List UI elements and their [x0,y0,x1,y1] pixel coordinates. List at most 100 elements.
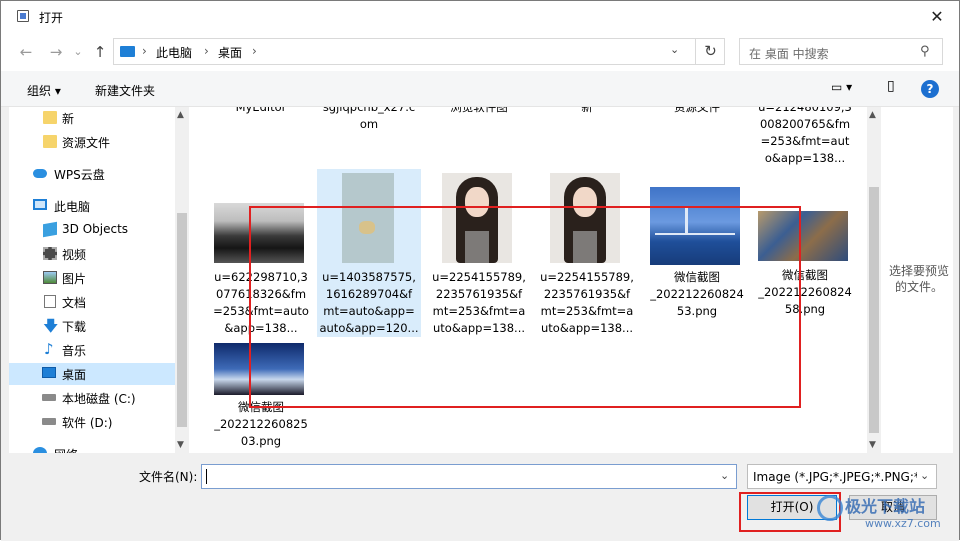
file-caption: 微信截图 _202212260824 53.png [650,270,744,318]
sidebar-item-label: 图片 [62,272,87,286]
breadcrumb-separator: › [142,44,147,58]
navigation-pane: 新 资源文件 WPS云盘 此电脑 3D Objects 视频 图片 文档 🡇 下… [9,107,175,453]
search-input[interactable]: 在 桌面 中搜索 [749,45,829,62]
forward-arrow-icon[interactable]: → [45,41,67,63]
sidebar-item-pictures[interactable]: 图片 [9,267,175,289]
sidebar-scrollbar[interactable]: ▲ ▼ [175,107,189,453]
cancel-button[interactable]: 取消 [849,495,937,520]
open-file-dialog: 打开 ✕ ← → ⌄ ↑ › 此电脑 › 桌面 › ⌄ ↻ 在 桌面 中搜索 ⚲… [0,0,960,541]
preview-placeholder: 选择要预览的文件。 [888,264,949,294]
sidebar-item-new[interactable]: 新 [9,107,175,129]
chevron-down-icon[interactable]: ⌄ [720,469,729,482]
file-item[interactable]: MyEditor [209,107,313,116]
sidebar-item-label: 桌面 [62,368,87,382]
sidebar-item-videos[interactable]: 视频 [9,243,175,265]
open-button[interactable]: 打开(O) [747,495,837,520]
search-icon[interactable]: ⚲ [920,44,930,59]
computer-icon [120,46,135,57]
window-title: 打开 [39,11,64,25]
sidebar-item-desktop[interactable]: 桌面 [9,363,175,385]
file-item-selected[interactable]: u=1403587575, 1616289704&f mt=auto&app= aut… [317,169,421,337]
file-item[interactable]: 浏览软件图 [427,107,531,116]
app-icon [17,10,29,22]
sidebar-item-downloads[interactable]: 🡇 下载 [9,315,175,337]
sidebar-item-drive-d[interactable]: 软件 (D:) [9,411,175,433]
file-caption: 资源文件 [674,107,720,114]
chevron-down-icon[interactable]: ⌄ [920,469,929,482]
file-caption: 微信截图 _202212260824 58.png [758,268,852,316]
file-caption: u=212480109,3 008200765&fm =253&fmt=aut o&a… [758,107,852,165]
up-arrow-icon[interactable]: ↑ [89,41,111,63]
thumbnail-landscape [209,203,313,269]
file-caption: sgjiqpchb_x27.c om [322,107,416,131]
new-folder-button[interactable]: 新建文件夹 [95,82,155,99]
scroll-down-icon[interactable]: ▼ [869,440,876,450]
search-box[interactable]: 在 桌面 中搜索 ⚲ [739,38,943,65]
file-item[interactable]: 微信截图 _202212260824 58.png [753,211,857,337]
file-caption: 新 [581,107,593,114]
file-caption: 浏览软件图 [450,107,508,114]
sidebar-item-documents[interactable]: 文档 [9,291,175,313]
sidebar-item-label: 音乐 [62,344,87,358]
organize-button[interactable]: 组织 ▾ [27,82,61,99]
file-list-scrollbar[interactable]: ▲ ▼ [867,107,881,453]
file-caption: u=2254155789, 2235761935&f mt=253&fmt=a uto… [540,270,634,335]
back-arrow-icon[interactable]: ← [15,41,37,63]
recent-locations-icon[interactable]: ⌄ [71,41,85,63]
thumbnail-portrait [535,173,639,269]
file-item[interactable]: 新 [535,107,639,116]
file-list: MyEditor sgjiqpchb_x27.c om 浏览软件图 新 资源文件 … [189,107,867,453]
file-item[interactable]: 微信截图 _202212260825 03.png [209,343,313,453]
sidebar-item-label: 3D Objects [62,222,129,236]
file-caption: MyEditor [235,107,287,114]
file-caption: 微信截图 _202212260825 03.png [214,400,308,448]
breadcrumb-this-pc[interactable]: 此电脑 [156,44,192,61]
scroll-up-icon[interactable]: ▲ [869,110,876,120]
scrollbar-thumb[interactable] [869,187,879,433]
sidebar-item-drive-c[interactable]: 本地磁盘 (C:) [9,387,175,409]
scrollbar-thumb[interactable] [177,213,187,427]
address-bar[interactable]: › 此电脑 › 桌面 › ⌄ [113,38,725,65]
thumbnail-night-skyline [209,343,313,399]
sidebar-item-this-pc[interactable]: 此电脑 [9,195,175,217]
document-icon [44,295,56,308]
thumbnail-dog [317,169,421,269]
sidebar-item-wps-cloud[interactable]: WPS云盘 [9,163,175,185]
file-item[interactable]: 微信截图 _202212260824 53.png [645,187,749,337]
file-item[interactable]: u=622298710,3 077618326&fm =253&fmt=auto &a… [209,203,313,339]
help-icon[interactable]: ? [921,80,939,98]
drive-icon [42,394,56,401]
file-item[interactable]: u=212480109,3 008200765&fm =253&fmt=aut o&a… [753,107,857,167]
music-icon: ♪ [44,340,54,358]
sidebar-item-label: 文档 [62,296,87,310]
scroll-down-icon[interactable]: ▼ [177,440,184,450]
sidebar-item-music[interactable]: ♪ 音乐 [9,339,175,361]
sidebar-item-resource-files[interactable]: 资源文件 [9,131,175,153]
cloud-icon [33,169,47,178]
preview-pane-icon[interactable]: ▯ [887,78,895,94]
computer-icon [33,199,47,210]
drive-icon [42,418,56,425]
file-item[interactable]: 资源文件 [645,107,749,116]
filetype-select[interactable]: Image (*.JPG;*.JPEG;*.PNG;*.I ⌄ [747,464,937,489]
filetype-value: Image (*.JPG;*.JPEG;*.PNG;*.I [753,470,917,484]
breadcrumb-separator: › [204,44,209,58]
picture-icon [43,271,57,284]
sidebar-item-label: 本地磁盘 (C:) [62,392,136,406]
scroll-up-icon[interactable]: ▲ [177,110,184,120]
close-icon[interactable]: ✕ [919,5,955,29]
file-caption: u=622298710,3 077618326&fm =253&fmt=auto &a… [213,270,309,335]
refresh-icon[interactable]: ↻ [695,38,725,65]
sidebar-item-label: 视频 [62,248,87,262]
view-options-icon[interactable]: ▭ ▾ [831,80,852,94]
sidebar-item-label: 新 [62,112,75,126]
thumbnail-portrait [427,173,531,269]
filename-input[interactable]: ⌄ [201,464,737,489]
file-item[interactable]: u=2254155789, 2235761935&f mt=253&fmt=a uto… [535,173,639,337]
breadcrumb-desktop[interactable]: 桌面 [218,44,242,61]
file-item[interactable]: u=2254155789, 2235761935&f mt=253&fmt=a uto… [427,173,531,337]
sidebar-item-3d-objects[interactable]: 3D Objects [9,219,175,241]
chevron-down-icon[interactable]: ⌄ [670,43,679,56]
sidebar-item-network[interactable]: 网络 [9,443,175,453]
file-item[interactable]: sgjiqpchb_x27.c om [317,107,421,133]
